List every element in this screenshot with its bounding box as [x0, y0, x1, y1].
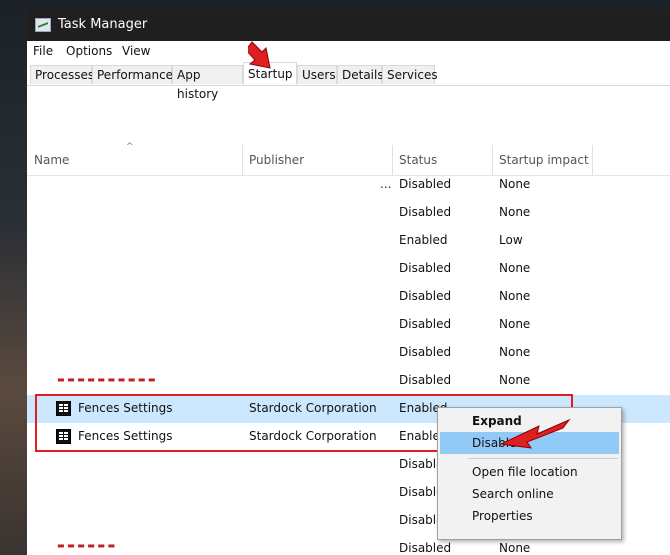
menu-divider [468, 458, 618, 459]
tab-processes[interactable]: Processes [30, 65, 94, 84]
tab-services[interactable]: Services [382, 65, 438, 84]
row-status: Disabled [399, 205, 452, 219]
context-search-online[interactable]: Search online [440, 483, 619, 505]
sort-ascending-icon: ^ [126, 142, 134, 152]
tab-strip: Processes Performance App history Startu… [27, 62, 670, 101]
row-impact: None [499, 317, 531, 331]
table-row[interactable]: Enabled Low [27, 227, 670, 255]
row-status: Disabled [399, 541, 452, 555]
task-manager-window: Task Manager File Options View Processes… [27, 10, 670, 555]
context-properties[interactable]: Properties [440, 505, 619, 527]
row-impact: None [499, 345, 531, 359]
truncated-text: ... [380, 177, 392, 191]
row-name: Fences Settings [78, 429, 173, 443]
tab-app-history[interactable]: App history [172, 65, 243, 101]
obscured-row-text: ▬ ▬ ▬ ▬ ▬ ▬ [57, 541, 116, 550]
menu-bar: File Options View [27, 41, 670, 62]
menu-file[interactable]: File [33, 44, 53, 58]
table-row[interactable]: ▬ ▬ ▬ ▬ ▬ ▬ ▬ ▬ ▬ ▬ Disabled None [27, 367, 670, 395]
obscured-row-text: ▬ ▬ ▬ ▬ ▬ ▬ ▬ ▬ ▬ ▬ [57, 375, 156, 384]
menu-view[interactable]: View [122, 44, 150, 58]
row-publisher: Stardock Corporation [249, 401, 377, 415]
annotation-arrow-icon [248, 41, 271, 69]
column-status[interactable]: Status [399, 153, 437, 167]
tab-details[interactable]: Details [337, 65, 384, 84]
row-status: Disabled [399, 261, 452, 275]
table-row[interactable]: Disabled None [27, 339, 670, 367]
table-row[interactable]: ... Disabled None [27, 171, 670, 199]
row-status: Disabled [399, 373, 452, 387]
row-impact: None [499, 373, 531, 387]
row-impact: None [499, 261, 531, 275]
row-status: Disabled [399, 289, 452, 303]
table-row[interactable]: Disabled None [27, 311, 670, 339]
menu-options[interactable]: Options [66, 44, 112, 58]
table-row[interactable]: Disabled None [27, 283, 670, 311]
title-bar: Task Manager [27, 10, 670, 41]
column-publisher[interactable]: Publisher [249, 153, 304, 167]
table-row[interactable]: Disabled None [27, 255, 670, 283]
row-name: Fences Settings [78, 401, 173, 415]
tab-performance[interactable]: Performance [92, 65, 173, 84]
column-name[interactable]: Name [34, 153, 69, 167]
table-row[interactable]: Disabled None [27, 199, 670, 227]
row-impact: None [499, 289, 531, 303]
row-impact: Low [499, 233, 523, 247]
row-impact: None [499, 541, 531, 555]
row-status: Disabled [399, 345, 452, 359]
window-title: Task Manager [58, 17, 148, 32]
annotation-arrow-icon [499, 418, 571, 449]
row-publisher: Stardock Corporation [249, 429, 377, 443]
fences-app-icon [56, 401, 71, 416]
task-manager-icon [35, 18, 51, 32]
row-impact: None [499, 205, 531, 219]
column-startup-impact[interactable]: Startup impact [499, 153, 589, 167]
row-impact: None [499, 177, 531, 191]
context-open-file-location[interactable]: Open file location [440, 461, 619, 483]
row-status: Disabled [399, 177, 452, 191]
fences-app-icon [56, 429, 71, 444]
row-status: Disabled [399, 317, 452, 331]
row-status: Enabled [399, 233, 448, 247]
tab-users[interactable]: Users [297, 65, 337, 84]
